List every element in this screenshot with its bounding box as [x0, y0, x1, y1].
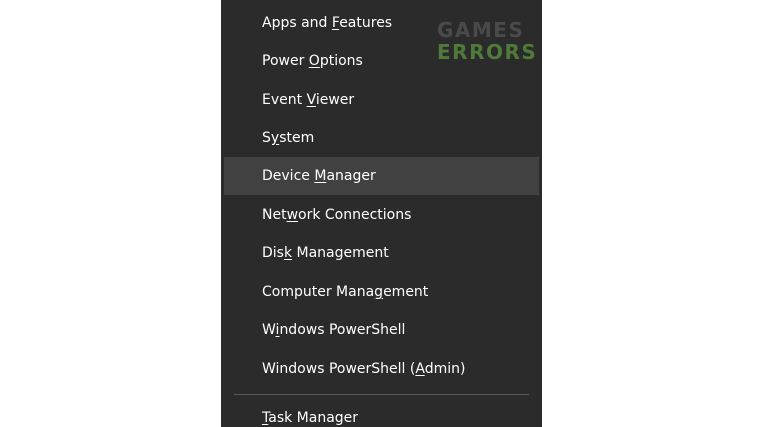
access-key: g — [374, 284, 384, 300]
access-key: y — [270, 130, 280, 146]
menu-item-windows-powershell-admin[interactable]: Windows PowerShell (Admin) — [224, 350, 539, 388]
menu-item-label: Dis — [262, 245, 284, 261]
menu-item-apps-and-features[interactable]: Apps and Features — [224, 4, 539, 42]
access-key: k — [283, 245, 293, 261]
quick-link-menu: Apps and Features Power Options Event Vi… — [221, 0, 542, 427]
menu-item-label: Windows PowerShell ( — [262, 361, 416, 377]
menu-item-label: Management — [292, 245, 389, 261]
menu-item-label: Apps and — [262, 15, 332, 31]
menu-item-task-manager[interactable]: Task Manager — [224, 399, 539, 427]
access-key: A — [415, 361, 425, 377]
menu-item-label: ndows PowerShell — [279, 322, 406, 338]
access-key: V — [306, 92, 316, 108]
menu-item-windows-powershell[interactable]: Windows PowerShell — [224, 311, 539, 349]
menu-item-computer-management[interactable]: Computer Management — [224, 273, 539, 311]
menu-item-label: Power — [262, 53, 309, 69]
menu-item-label: ask Manager — [268, 410, 359, 426]
menu-item-label: Net — [262, 207, 287, 223]
menu-item-label: stem — [279, 130, 315, 146]
access-key: w — [286, 207, 299, 223]
menu-item-label: ork Connections — [298, 207, 412, 223]
menu-item-label: anager — [326, 168, 376, 184]
menu-item-network-connections[interactable]: Network Connections — [224, 196, 539, 234]
menu-item-device-manager[interactable]: Device Manager — [224, 157, 539, 195]
menu-item-label: S — [262, 130, 271, 146]
menu-item-disk-management[interactable]: Disk Management — [224, 234, 539, 272]
menu-item-label: eatures — [339, 15, 393, 31]
access-key: M — [314, 168, 327, 184]
menu-item-system[interactable]: System — [224, 119, 539, 157]
screen: Apps and Features Power Options Event Vi… — [0, 0, 768, 427]
menu-item-label: Device — [262, 168, 315, 184]
menu-item-label: iewer — [315, 92, 355, 108]
menu-item-label: Computer Mana — [262, 284, 375, 300]
menu-separator — [234, 394, 529, 395]
menu-item-label: Event — [262, 92, 307, 108]
menu-item-label: ptions — [319, 53, 363, 69]
menu-item-label: ement — [383, 284, 429, 300]
menu-item-label: dmin) — [424, 361, 466, 377]
menu-item-power-options[interactable]: Power Options — [224, 42, 539, 80]
access-key: O — [308, 53, 320, 69]
menu-item-event-viewer[interactable]: Event Viewer — [224, 81, 539, 119]
menu-item-label: W — [262, 322, 276, 338]
